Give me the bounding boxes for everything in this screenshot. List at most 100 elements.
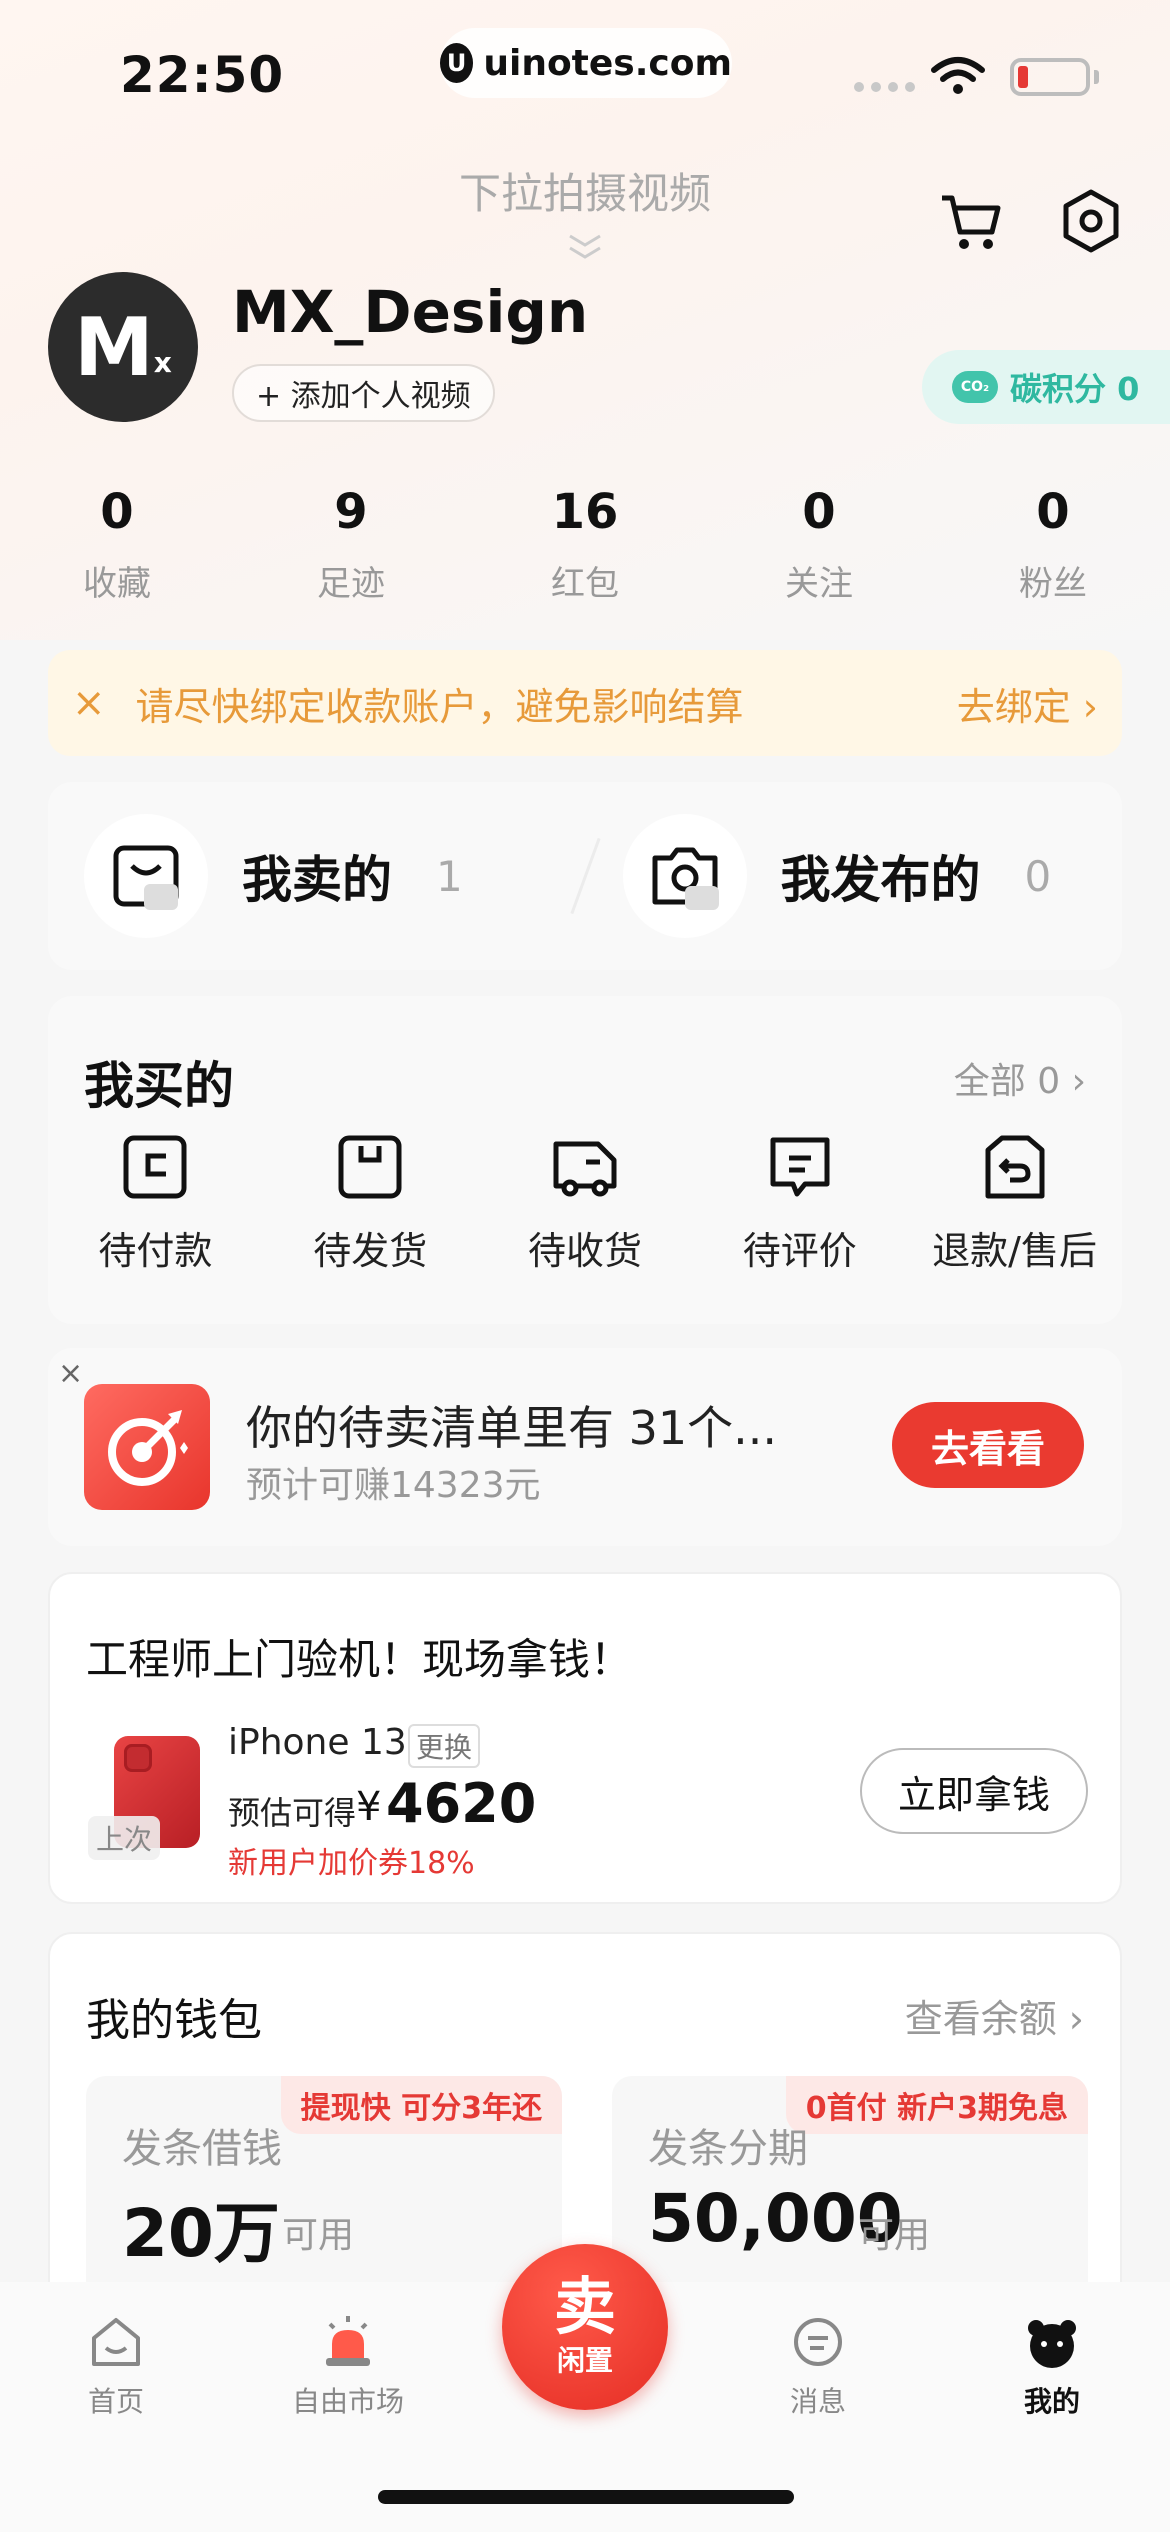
carbon-points-label: 碳积分 0 xyxy=(1010,370,1140,408)
username[interactable]: MX_Design xyxy=(232,278,588,346)
my-sold-entry[interactable]: 我卖的 1 xyxy=(48,814,584,938)
refund-after-sale[interactable]: 退款/售后 xyxy=(907,1132,1122,1275)
last-used-tag: 上次 xyxy=(88,1816,161,1860)
wallet-icon xyxy=(123,1135,187,1199)
stat-label: 足迹 xyxy=(317,564,385,604)
stat-label: 红包 xyxy=(551,564,619,604)
package-icon xyxy=(338,1135,402,1199)
tab-label: 首页 xyxy=(87,2385,144,2418)
stat-number: 0 xyxy=(802,484,836,540)
pending-subtitle: 预计可赚14323元 xyxy=(246,1465,541,1506)
comment-icon xyxy=(770,1137,830,1197)
url-pill[interactable]: U uinotes.com xyxy=(440,28,732,98)
sell-label: 卖 xyxy=(553,2270,616,2343)
close-icon[interactable]: × xyxy=(58,1356,83,1391)
home-indicator[interactable] xyxy=(378,2490,794,2504)
pending-review[interactable]: 待评价 xyxy=(692,1132,907,1275)
engineer-title: 工程师上门验机！现场拿钱！ xyxy=(86,1635,633,1684)
avatar[interactable]: Mx xyxy=(48,272,198,422)
device-model: iPhone 13 xyxy=(228,1722,407,1763)
status-time: 22:50 xyxy=(120,46,285,104)
available-label: 可用 xyxy=(282,2215,355,2256)
add-video-button[interactable]: + 添加个人视频 xyxy=(232,364,495,422)
estimate-label: 预估可得 xyxy=(228,1794,357,1832)
close-icon[interactable]: × xyxy=(72,680,106,726)
sold-count: 1 xyxy=(436,851,463,901)
url-text: uinotes.com xyxy=(483,42,732,84)
stat-favorites[interactable]: 0 收藏 xyxy=(0,484,234,605)
view-pending-button[interactable]: 去看看 xyxy=(892,1402,1084,1488)
tab-label: 我的 xyxy=(1023,2385,1080,2418)
camera-icon xyxy=(622,814,747,938)
pending-shipment[interactable]: 待发货 xyxy=(263,1132,478,1275)
carbon-points-badge[interactable]: CO₂ 碳积分 0 xyxy=(922,350,1170,424)
sell-publish-card: 我卖的 1 我发布的 0 xyxy=(48,782,1122,970)
target-dart-icon xyxy=(84,1384,210,1510)
available-amount: 20万 xyxy=(122,2195,280,2272)
chevron-down-icon xyxy=(569,234,601,259)
promo-tag: 提现快 可分3年还 xyxy=(280,2076,562,2134)
tab-home[interactable]: 首页 xyxy=(26,2312,206,2420)
cart-icon[interactable] xyxy=(936,186,1006,256)
bind-account-notice: × 请尽快绑定收款账户，避免影响结算 去绑定 › xyxy=(48,650,1122,756)
wallet-title: 我的钱包 xyxy=(86,1995,262,2046)
get-money-button[interactable]: 立即拿钱 xyxy=(860,1748,1088,1834)
wifi-icon xyxy=(931,57,985,94)
site-logo-icon: U xyxy=(440,43,474,83)
stat-number: 0 xyxy=(100,484,134,540)
idle-label: 闲置 xyxy=(556,2344,613,2377)
order-status-label: 待付款 xyxy=(98,1229,213,1273)
stat-following[interactable]: 0 关注 xyxy=(702,484,936,605)
bought-all-link[interactable]: 全部 0 › xyxy=(954,1052,1086,1104)
tab-label: 消息 xyxy=(789,2385,846,2418)
sell-idle-button[interactable]: 卖 闲置 xyxy=(502,2244,668,2410)
stat-fans[interactable]: 0 粉丝 xyxy=(936,484,1170,605)
my-bought-card: 我买的 全部 0 › 待付款 待发货 待收货 待评价 退款/售后 xyxy=(48,996,1122,1324)
published-label: 我发布的 xyxy=(780,851,981,909)
truck-icon xyxy=(553,1141,617,1197)
coupon-text: 新用户加价券18% xyxy=(228,1846,475,1881)
pending-title: 你的待卖清单里有 31个... xyxy=(246,1401,778,1455)
stat-footprints[interactable]: 9 足迹 xyxy=(234,484,468,605)
my-published-entry[interactable]: 我发布的 0 xyxy=(587,814,1123,938)
tab-mine[interactable]: 我的 xyxy=(962,2312,1142,2420)
tab-messages[interactable]: 消息 xyxy=(728,2312,908,2420)
refund-icon xyxy=(985,1135,1045,1199)
promo-tag: 0首付 新户3期免息 xyxy=(785,2076,1088,2134)
cellular-signal-icon xyxy=(854,82,915,92)
message-icon xyxy=(794,2318,842,2366)
stat-red-packets[interactable]: 16 红包 xyxy=(468,484,702,605)
estimate-value: 4620 xyxy=(386,1772,537,1835)
tab-market[interactable]: 自由市场 xyxy=(258,2312,438,2420)
pending-payment[interactable]: 待付款 xyxy=(48,1132,263,1275)
order-status-label: 待发货 xyxy=(313,1229,428,1273)
avatar-letter: M xyxy=(74,300,154,394)
order-status-label: 退款/售后 xyxy=(932,1229,1097,1273)
stat-label: 关注 xyxy=(785,564,853,604)
cloud-co2-icon: CO₂ xyxy=(952,371,998,403)
stat-label: 粉丝 xyxy=(1019,564,1087,604)
product-name: 发条分期 xyxy=(648,2126,808,2172)
view-balance-link[interactable]: 查看余额 › xyxy=(905,1988,1084,2043)
order-status-row: 待付款 待发货 待收货 待评价 退款/售后 xyxy=(48,1132,1122,1275)
stat-label: 收藏 xyxy=(83,564,151,604)
battery-tip xyxy=(1094,70,1099,84)
stat-number: 0 xyxy=(1036,484,1070,540)
bind-account-link[interactable]: 去绑定 › xyxy=(957,676,1098,731)
sold-box-icon xyxy=(84,814,208,938)
pending-receipt[interactable]: 待收货 xyxy=(478,1132,693,1275)
stats-row: 0 收藏 9 足迹 16 红包 0 关注 0 粉丝 xyxy=(0,484,1170,605)
engineer-recycle-card: 工程师上门验机！现场拿钱！ 上次 iPhone 13 更换 预估可得 ¥ 462… xyxy=(48,1572,1122,1904)
published-count: 0 xyxy=(1024,851,1052,901)
currency-symbol: ¥ xyxy=(356,1784,382,1830)
settings-icon[interactable] xyxy=(1056,186,1126,256)
avatar-sub: x xyxy=(153,345,172,379)
order-status-label: 待评价 xyxy=(742,1229,857,1273)
stat-number: 9 xyxy=(334,484,368,540)
stat-number: 16 xyxy=(551,484,619,540)
available-label: 可用 xyxy=(858,2215,931,2256)
change-device-button[interactable]: 更换 xyxy=(408,1724,481,1768)
sold-label: 我卖的 xyxy=(242,851,392,909)
bought-title: 我买的 xyxy=(84,1057,234,1115)
battery-icon xyxy=(1010,58,1090,96)
